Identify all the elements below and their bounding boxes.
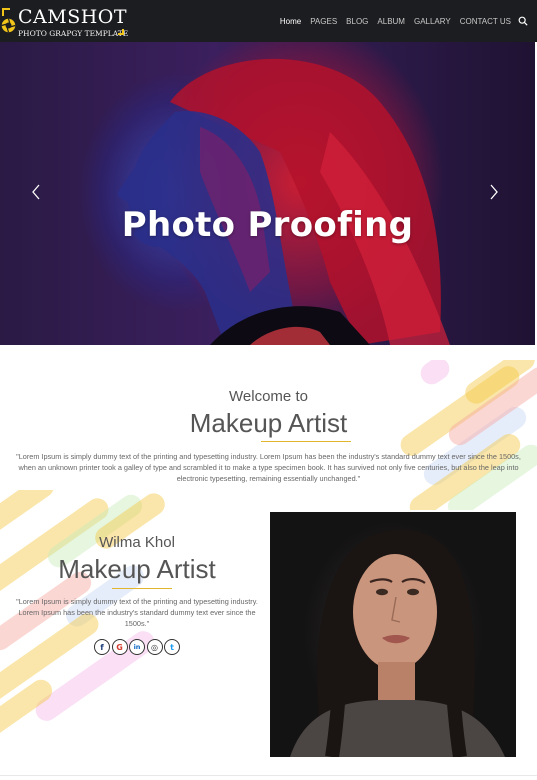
welcome-underline [261, 441, 351, 442]
site-header: CAMSHOT PHOTO GRAPGY TEMPLATE Home PAGES… [0, 0, 537, 42]
brand-tagline: PHOTO GRAPGY TEMPLATE [18, 29, 129, 38]
welcome-body: "Lorem Ipsum is simply dummy text of the… [16, 452, 521, 483]
google-glyph: G [116, 642, 123, 652]
logo-bracket-icon [2, 8, 10, 16]
hero-slider: Photo Proofing [0, 42, 535, 345]
nav-blog[interactable]: BLOG [346, 17, 368, 26]
chevron-right-icon [490, 184, 498, 200]
main-nav: Home PAGES BLOG ALBUM GALLARY CONTACT US [271, 0, 529, 42]
profile-portrait [270, 512, 516, 757]
aperture-icon [1, 18, 16, 33]
google-icon[interactable]: G [111, 639, 128, 655]
nav-album[interactable]: ALBUM [377, 17, 405, 26]
hero-title: Photo Proofing [121, 205, 414, 245]
linkedin-icon[interactable]: in [129, 639, 145, 655]
section-divider [0, 775, 537, 776]
slider-next-button[interactable] [487, 182, 501, 202]
nav-pages[interactable]: PAGES [310, 17, 337, 26]
portrait-photo [290, 529, 505, 757]
nav-contact-us[interactable]: CONTACT US [460, 17, 511, 26]
twitter-glyph: t [170, 642, 174, 652]
social-links: f G in ◎ t [94, 639, 182, 655]
facebook-icon[interactable]: f [94, 639, 110, 655]
nav-gallary[interactable]: GALLARY [414, 17, 451, 26]
slider-prev-button[interactable] [29, 182, 43, 202]
chevron-left-icon [32, 184, 40, 200]
brand-name: CAMSHOT [18, 6, 128, 28]
logo[interactable]: CAMSHOT PHOTO GRAPGY TEMPLATE [0, 3, 128, 41]
hero-photo [117, 58, 450, 345]
logo-bracket-icon [118, 29, 124, 35]
profile-role: Makeup Artist [58, 554, 216, 584]
facebook-glyph: f [100, 642, 104, 652]
instagram-glyph: ◎ [151, 642, 158, 652]
twitter-icon[interactable]: t [164, 639, 180, 655]
search-icon[interactable] [517, 15, 529, 27]
welcome-heading-small: Welcome to [229, 388, 308, 405]
profile-underline [112, 588, 172, 589]
profile-name: Wilma Khol [99, 534, 175, 551]
welcome-heading-large: Makeup Artist [189, 408, 348, 438]
linkedin-glyph: in [133, 643, 141, 651]
profile-body: "Lorem Ipsum is simply dummy text of the… [16, 597, 258, 628]
nav-home[interactable]: Home [280, 17, 301, 26]
instagram-icon[interactable]: ◎ [146, 639, 163, 655]
